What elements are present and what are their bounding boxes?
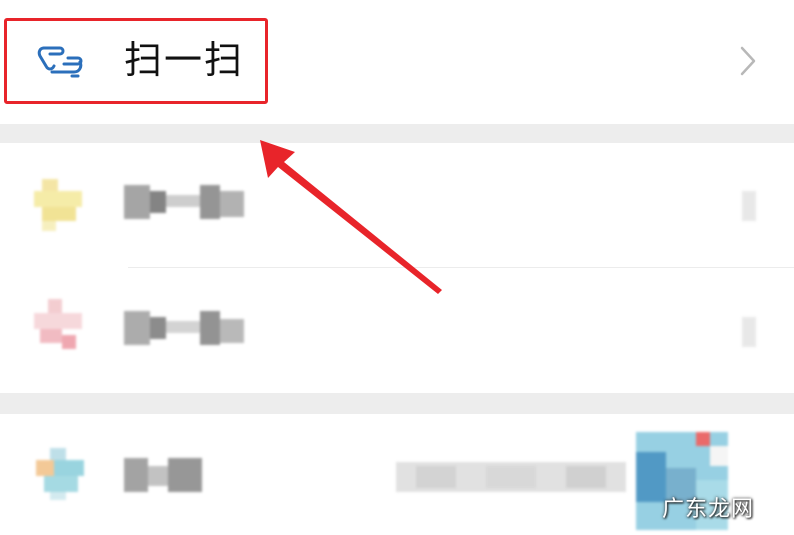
highlight-box: [4, 18, 268, 104]
pixelated-name: [124, 458, 202, 492]
menu-group: [0, 143, 794, 393]
pixelated-avatar: [34, 299, 82, 349]
pixelated-indicator: [742, 191, 756, 221]
watermark: 广东龙网: [661, 497, 754, 522]
chevron-right-icon: [740, 46, 756, 76]
pixelated-name: [124, 311, 244, 345]
pixelated-avatar: [36, 448, 84, 500]
divider: [128, 267, 794, 268]
scan-row[interactable]: 扫一扫: [0, 0, 794, 124]
pixelated-name: [124, 185, 244, 219]
list-item[interactable]: [0, 269, 794, 393]
pixelated-description: [396, 462, 626, 492]
pixelated-avatar: [34, 179, 82, 231]
pixelated-indicator: [742, 317, 756, 347]
list-item[interactable]: [0, 143, 794, 267]
list-item[interactable]: 广东龙网: [0, 414, 794, 535]
